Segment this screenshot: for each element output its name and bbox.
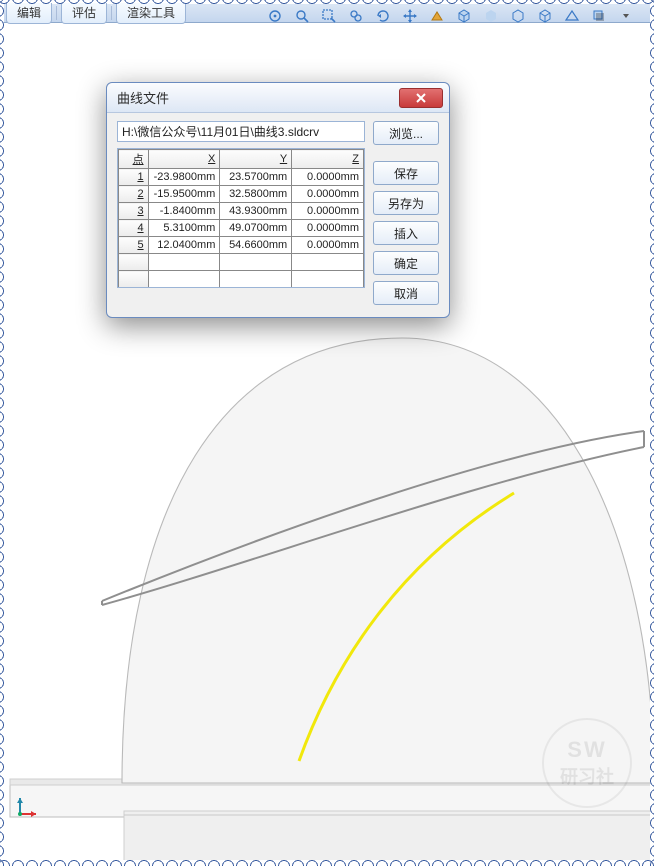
origin-marker <box>16 794 40 818</box>
table-row[interactable]: 3 -1.8400mm 43.9300mm 0.0000mm <box>119 203 364 220</box>
shaded-icon[interactable] <box>480 5 501 26</box>
col-point[interactable]: 点 <box>119 150 149 169</box>
zoom-dynamic-icon[interactable] <box>345 5 366 26</box>
curve-file-dialog[interactable]: 曲线文件 点 X Y <box>106 82 450 318</box>
shaded-edges-icon[interactable] <box>453 5 474 26</box>
ribbon-separator <box>111 6 112 20</box>
browse-button[interactable]: 浏览... <box>373 121 439 145</box>
hidden-removed-icon[interactable] <box>507 5 528 26</box>
close-icon <box>415 92 427 104</box>
tab-render-tools[interactable]: 渲染工具 <box>116 3 186 24</box>
close-button[interactable] <box>399 88 443 108</box>
tab-edit[interactable]: 编辑 <box>6 3 52 24</box>
coordinates-table[interactable]: 点 X Y Z 1 -23.9800mm 23.5700mm 0 <box>118 149 364 288</box>
shadow-icon[interactable] <box>588 5 609 26</box>
table-row[interactable]: 5 12.0400mm 54.6600mm 0.0000mm <box>119 237 364 254</box>
zoom-area-icon[interactable] <box>318 5 339 26</box>
rotate-icon[interactable] <box>372 5 393 26</box>
dropdown-icon[interactable] <box>615 5 636 26</box>
table-row[interactable]: 1 -23.9800mm 23.5700mm 0.0000mm <box>119 169 364 186</box>
col-x[interactable]: X <box>148 150 220 169</box>
saveas-button[interactable]: 另存为 <box>373 191 439 215</box>
table-row-empty[interactable] <box>119 254 364 271</box>
tab-evaluate[interactable]: 评估 <box>61 3 107 24</box>
save-button[interactable]: 保存 <box>373 161 439 185</box>
cancel-button[interactable]: 取消 <box>373 281 439 305</box>
file-path-input[interactable] <box>117 121 365 142</box>
pan-icon[interactable] <box>399 5 420 26</box>
coordinates-table-wrap: 点 X Y Z 1 -23.9800mm 23.5700mm 0 <box>117 148 365 288</box>
zoom-fit-icon[interactable] <box>291 5 312 26</box>
table-row-empty[interactable] <box>119 271 364 288</box>
col-z[interactable]: Z <box>292 150 364 169</box>
col-y[interactable]: Y <box>220 150 292 169</box>
view-orientation-icon[interactable] <box>264 5 285 26</box>
dialog-titlebar[interactable]: 曲线文件 <box>107 83 449 113</box>
ribbon-separator <box>56 6 57 20</box>
table-row[interactable]: 4 5.3100mm 49.0700mm 0.0000mm <box>119 220 364 237</box>
perspective-icon[interactable] <box>561 5 582 26</box>
table-row[interactable]: 2 -15.9500mm 32.5800mm 0.0000mm <box>119 186 364 203</box>
dialog-title: 曲线文件 <box>117 88 399 107</box>
view-toolbar <box>264 5 636 26</box>
section-icon[interactable] <box>426 5 447 26</box>
insert-button[interactable]: 插入 <box>373 221 439 245</box>
wireframe-icon[interactable] <box>534 5 555 26</box>
ok-button[interactable]: 确定 <box>373 251 439 275</box>
table-body: 1 -23.9800mm 23.5700mm 0.0000mm 2 -15.95… <box>119 169 364 288</box>
